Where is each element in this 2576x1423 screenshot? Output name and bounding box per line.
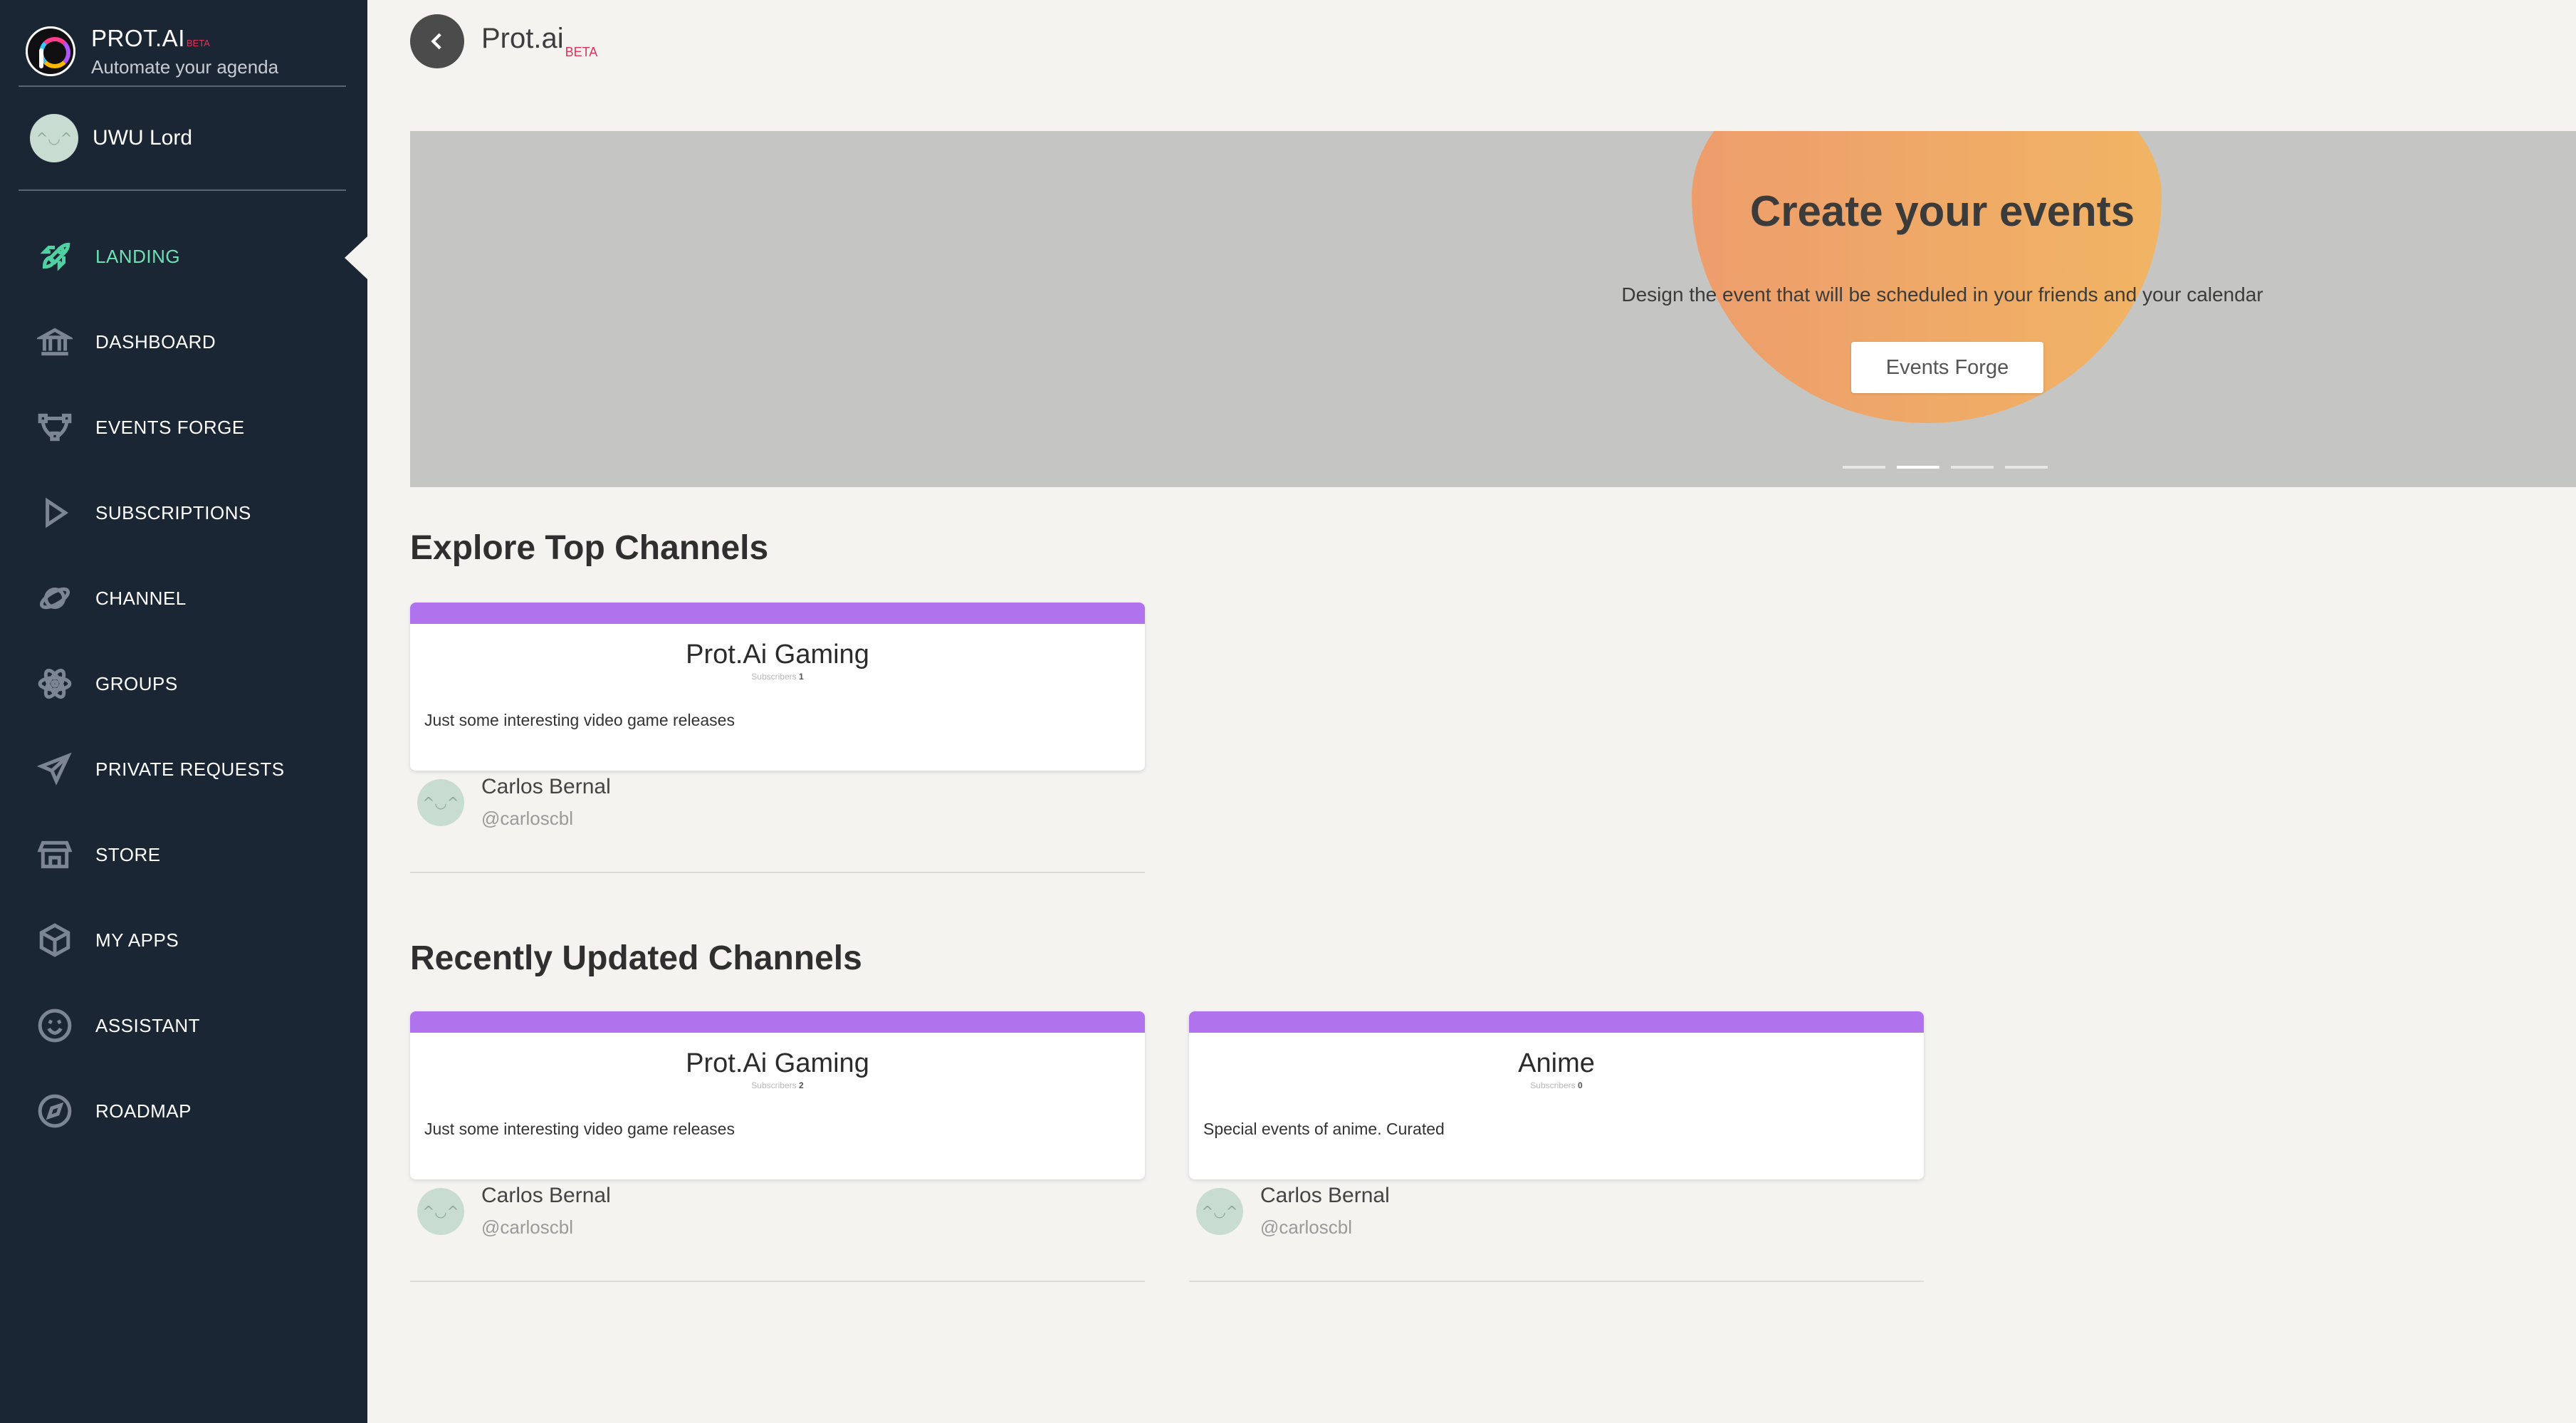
atom-icon (36, 664, 74, 703)
sidebar-item-dashboard[interactable]: DASHBOARD (0, 299, 367, 385)
sidebar-item-label: ROADMAP (95, 1100, 192, 1122)
brand-tagline: Automate your agenda (91, 56, 279, 78)
subscriber-label: Subscribers (1530, 1080, 1576, 1090)
shop-icon (36, 835, 74, 874)
owner-name: Carlos Bernal (1260, 1184, 1390, 1207)
channel-owner[interactable]: ^◡^ Carlos Bernal @carloscbl (417, 775, 611, 830)
channel-description: Just some interesting video game release… (424, 1120, 735, 1138)
hero-carousel: Create your events Design the event that… (410, 131, 2576, 487)
carousel-dot[interactable] (1843, 466, 1885, 469)
user-profile[interactable]: ^◡^ UWU Lord (30, 114, 192, 162)
subscriber-count: Subscribers 2 (410, 1080, 1145, 1090)
owner-handle: @carloscbl (481, 808, 573, 829)
beta-badge: BETA (565, 45, 598, 59)
channel-title: Anime (1518, 1048, 1595, 1078)
channel-title: Prot.Ai Gaming (686, 640, 869, 669)
brand[interactable]: PROT.AI BETA Automate your agenda (26, 17, 278, 85)
carousel-dot[interactable] (1951, 466, 1994, 469)
sidebar-item-label: LANDING (95, 245, 181, 267)
sidebar-item-events-forge[interactable]: EVENTS FORGE (0, 385, 367, 470)
active-indicator (345, 236, 367, 279)
channel-description: Just some interesting video game release… (424, 711, 735, 729)
hero-subtitle: Design the event that will be scheduled … (1621, 283, 2263, 306)
sidebar-item-private-requests[interactable]: PRIVATE REQUESTS (0, 726, 367, 812)
chevron-left-icon (431, 33, 441, 50)
channel-title: Prot.Ai Gaming (686, 1048, 869, 1078)
owner-name: Carlos Bernal (481, 1184, 611, 1207)
subscriber-count: Subscribers 0 (1189, 1080, 1924, 1090)
section-title-recent-channels: Recently Updated Channels (410, 939, 862, 977)
sidebar-item-channel[interactable]: CHANNEL (0, 556, 367, 641)
sidebar: PROT.AI BETA Automate your agenda ^◡^ UWU… (0, 0, 367, 1423)
sidebar-item-landing[interactable]: LANDING (0, 214, 367, 299)
sidebar-item-label: EVENTS FORGE (95, 416, 245, 438)
rocket-icon (36, 237, 74, 276)
brand-logo-icon (26, 26, 75, 76)
sidebar-item-label: GROUPS (95, 672, 178, 694)
subscriber-value: 1 (799, 672, 804, 682)
divider (410, 1281, 1145, 1282)
sidebar-item-subscriptions[interactable]: SUBSCRIPTIONS (0, 470, 367, 556)
channel-owner[interactable]: ^◡^ Carlos Bernal @carloscbl (1196, 1184, 1390, 1239)
header: Prot.ai BETA (410, 14, 597, 68)
card-accent-bar (410, 1011, 1145, 1033)
channel-owner[interactable]: ^◡^ Carlos Bernal @carloscbl (417, 1184, 611, 1239)
sidebar-item-label: CHANNEL (95, 587, 187, 609)
events-forge-button[interactable]: Events Forge (1851, 342, 2043, 393)
avatar: ^◡^ (30, 114, 78, 162)
sidebar-item-my-apps[interactable]: MY APPS (0, 897, 367, 983)
sidebar-divider (19, 85, 346, 87)
play-icon (36, 494, 74, 532)
brand-name: PROT.AI (91, 24, 185, 51)
page-title-text: Prot.ai (481, 23, 564, 54)
owner-name: Carlos Bernal (481, 775, 611, 798)
subscriber-count: Subscribers 1 (410, 672, 1145, 682)
carousel-dot-active[interactable] (1897, 466, 1939, 469)
box-icon (36, 921, 74, 959)
sidebar-item-assistant[interactable]: ASSISTANT (0, 983, 367, 1068)
avatar: ^◡^ (417, 779, 464, 826)
sidebar-divider (19, 189, 346, 191)
channel-card[interactable]: Prot.Ai Gaming Subscribers 2 Just some i… (410, 1011, 1145, 1179)
brand-beta-badge: BETA (186, 37, 210, 48)
hero-title: Create your events (1749, 187, 2135, 235)
carousel-dot[interactable] (2005, 466, 2048, 469)
sidebar-item-label: PRIVATE REQUESTS (95, 758, 285, 780)
owner-handle: @carloscbl (481, 1216, 573, 1238)
sidebar-item-groups[interactable]: GROUPS (0, 641, 367, 726)
channel-card[interactable]: Anime Subscribers 0 Special events of an… (1189, 1011, 1924, 1179)
user-name: UWU Lord (93, 126, 193, 150)
carousel-indicators (1843, 466, 2048, 469)
back-button[interactable] (410, 14, 464, 68)
subscriber-value: 0 (1578, 1080, 1583, 1090)
subscriber-value: 2 (799, 1080, 804, 1090)
owner-handle: @carloscbl (1260, 1216, 1352, 1238)
subscriber-label: Subscribers (751, 1080, 797, 1090)
sidebar-item-label: DASHBOARD (95, 330, 216, 353)
channel-description: Special events of anime. Curated (1203, 1120, 1445, 1138)
bank-icon (36, 323, 74, 361)
compass-icon (36, 1092, 74, 1130)
divider (1189, 1281, 1924, 1282)
subscriber-label: Subscribers (751, 672, 797, 682)
sidebar-item-label: STORE (95, 843, 161, 865)
bezier-curve-icon (36, 408, 74, 447)
sidebar-item-store[interactable]: STORE (0, 812, 367, 897)
sidebar-nav: LANDING DASHBOARD EVENTS FORGE SUBSCRIPT… (0, 214, 367, 1154)
channel-card[interactable]: Prot.Ai Gaming Subscribers 1 Just some i… (410, 603, 1145, 771)
section-title-top-channels: Explore Top Channels (410, 529, 769, 567)
sidebar-item-label: SUBSCRIPTIONS (95, 501, 251, 523)
divider (410, 872, 1145, 873)
paper-plane-icon (36, 750, 74, 788)
card-accent-bar (1189, 1011, 1924, 1033)
sidebar-item-roadmap[interactable]: ROADMAP (0, 1068, 367, 1154)
smiley-icon (36, 1006, 74, 1045)
page-title: Prot.ai BETA (481, 23, 597, 60)
avatar: ^◡^ (417, 1188, 464, 1235)
planet-icon (36, 579, 74, 617)
sidebar-item-label: MY APPS (95, 929, 179, 951)
sidebar-item-label: ASSISTANT (95, 1014, 201, 1036)
avatar: ^◡^ (1196, 1188, 1243, 1235)
card-accent-bar (410, 603, 1145, 624)
